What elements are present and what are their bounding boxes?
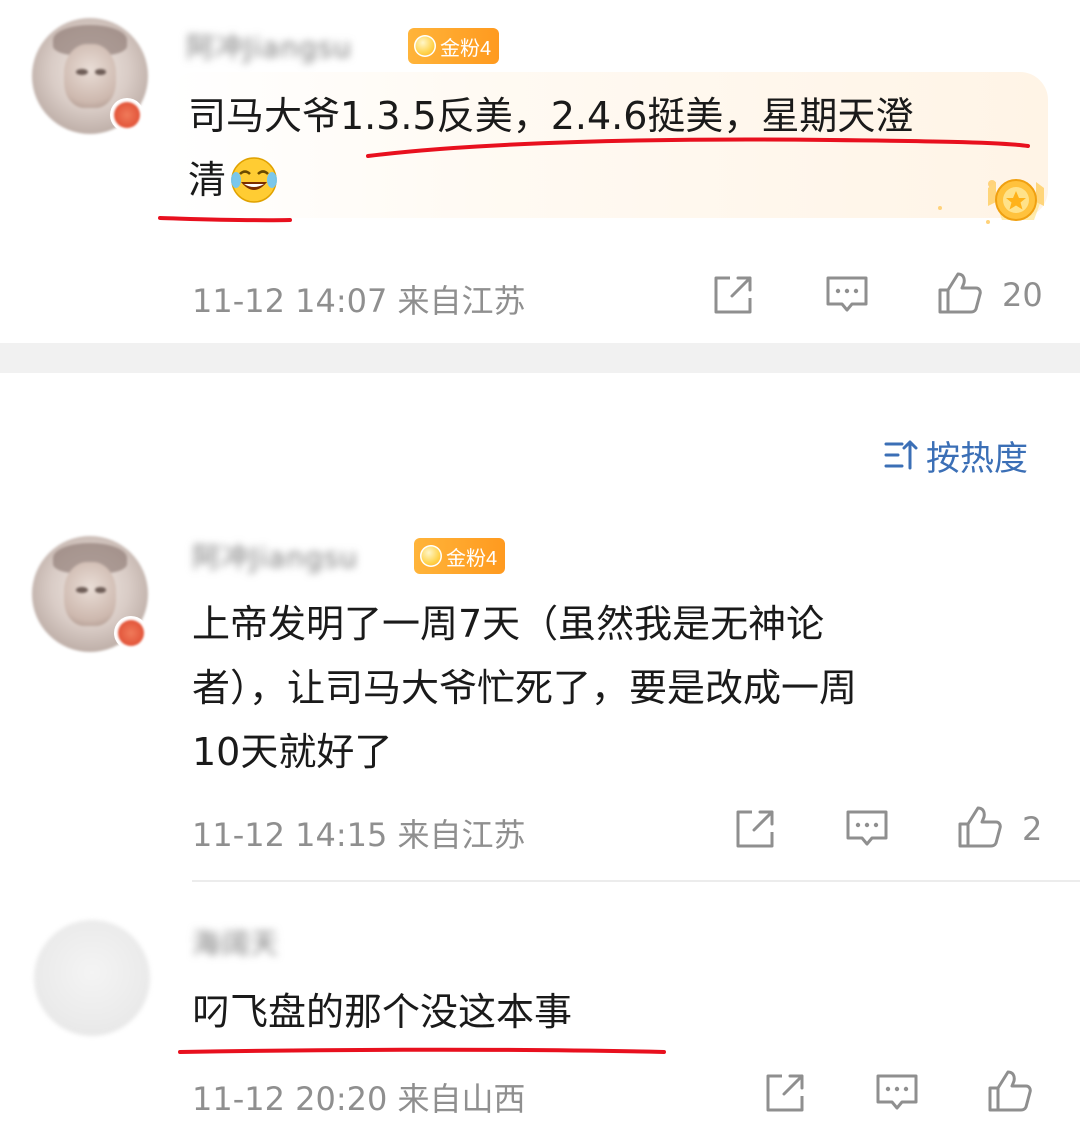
comment-line: 叼飞盘的那个没这本事 [192,990,573,1034]
sort-icon [884,440,918,470]
comment-icon[interactable] [874,1070,920,1116]
comment-line: 者），让司马大爷忙死了，要是改成一周 [192,666,858,710]
share-icon[interactable] [732,806,778,852]
timestamp: 11-12 14:15 [192,816,388,854]
comment-meta: 11-12 14:07 来自江苏 [192,276,526,322]
laugh-cry-emoji-icon [231,157,278,203]
sort-label: 按热度 [926,438,1028,479]
like-icon[interactable] [986,1068,1032,1114]
verified-badge-icon [114,616,148,650]
red-underline [178,1047,666,1054]
like-count: 20 [1002,276,1043,314]
comment-meta: 11-12 14:15 来自江苏 [192,810,526,856]
gold-trophy-icon [938,179,1044,224]
like-icon[interactable] [956,804,1002,850]
comment-meta: 11-12 20:20 来自山西 [192,1074,526,1120]
comment-icon[interactable] [824,272,870,318]
comment-line: 清 [188,158,227,202]
verified-badge-icon [110,98,144,132]
comment-line: 司马大爷1.3.5反美，2.4.6挺美，星期天澄 [188,94,914,138]
like-icon[interactable] [936,270,982,316]
fan-level-label: 金粉4 [446,547,498,570]
gem-icon [414,35,436,57]
comment-text: 叼飞盘的那个没这本事 [192,980,572,1044]
timestamp: 11-12 14:07 [192,282,388,320]
like-count: 2 [1022,810,1043,848]
section-divider [0,343,1080,373]
username[interactable]: 阿冲Jiangsu [192,540,358,576]
timestamp: 11-12 20:20 [192,1080,388,1118]
sort-by-heat-button[interactable]: 按热度 [884,432,1028,479]
username[interactable]: 海阔天 [192,926,308,962]
comment-line: 10天就好了 [192,730,393,774]
comment-separator [192,880,1080,882]
share-icon[interactable] [710,272,756,318]
username[interactable]: 阿冲Jiangsu [186,30,352,66]
location: 来自山西 [397,1080,526,1118]
share-icon[interactable] [762,1070,808,1116]
location: 来自江苏 [397,282,526,320]
fan-level-label: 金粉4 [440,37,492,60]
comment-line: 上帝发明了一周7天（虽然我是无神论 [192,602,825,646]
gem-icon [420,545,442,567]
comment-icon[interactable] [844,806,890,852]
comment-text: 上帝发明了一周7天（虽然我是无神论 者），让司马大爷忙死了，要是改成一周 10天… [192,592,857,784]
fan-level-badge: 金粉4 [414,538,506,574]
fan-level-badge: 金粉4 [408,28,500,64]
location: 来自江苏 [397,816,526,854]
avatar[interactable] [34,920,150,1036]
comment-text: 司马大爷1.3.5反美，2.4.6挺美，星期天澄 清 [188,84,913,212]
